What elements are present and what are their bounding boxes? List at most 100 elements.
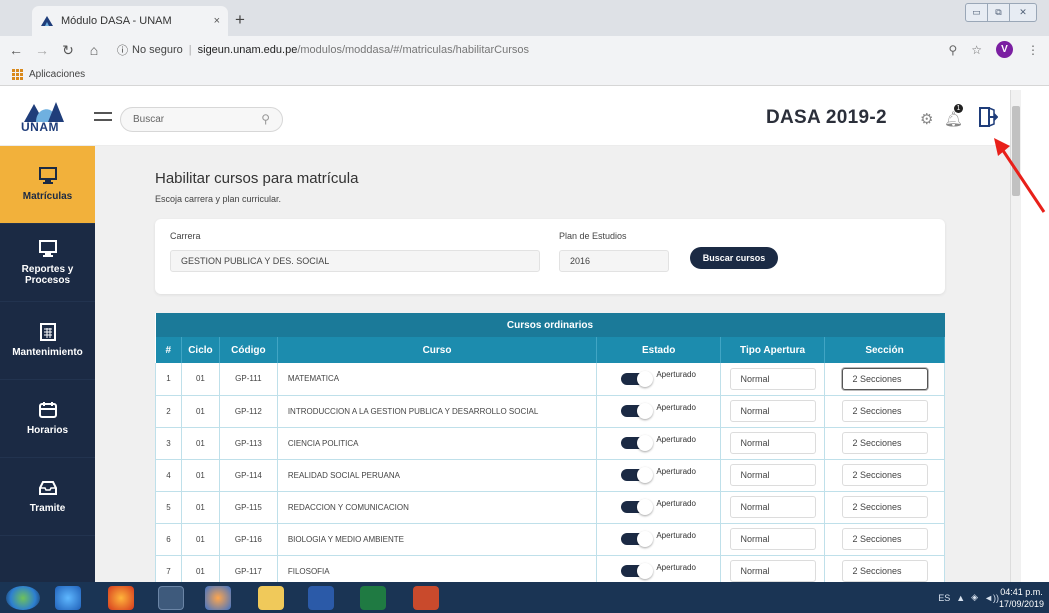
table-row: 4 01 GP-114 REALIDAD SOCIAL PERUANA Aper… xyxy=(155,459,945,492)
sidebar-item-mantenimiento[interactable]: Mantenimiento xyxy=(0,302,95,380)
estado-toggle[interactable] xyxy=(621,531,654,547)
cell-num: 4 xyxy=(155,459,182,492)
home-icon[interactable]: ⌂ xyxy=(84,42,104,58)
estado-toggle[interactable] xyxy=(621,403,654,419)
restore-icon[interactable]: ⧉ xyxy=(988,4,1010,21)
network-icon[interactable]: ◈ xyxy=(971,592,978,603)
cell-estado: Aperturado xyxy=(596,491,722,524)
star-icon[interactable]: ☆ xyxy=(971,43,982,57)
excel-icon[interactable] xyxy=(360,586,386,610)
tipo-apertura-field[interactable]: Normal xyxy=(729,464,816,486)
address-separator: | xyxy=(188,44,192,56)
cell-estado: Aperturado xyxy=(596,395,722,428)
cell-codigo: GP-114 xyxy=(219,459,278,492)
seccion-select[interactable]: 2 Secciones xyxy=(841,367,928,390)
address-bar[interactable]: ⓘ No seguro | sigeun.unam.edu.pe/modulos… xyxy=(117,39,910,61)
profile-avatar[interactable]: V xyxy=(996,41,1013,58)
forward-icon[interactable]: → xyxy=(32,42,52,58)
url-path: /modulos/moddasa/#/matriculas/habilitarC… xyxy=(297,44,530,56)
cell-num: 7 xyxy=(155,555,182,582)
seccion-select[interactable]: 2 Secciones xyxy=(841,400,928,422)
table-row: 3 01 GP-113 CIENCIA POLITICA Aperturado … xyxy=(155,427,945,460)
minimize-icon[interactable]: ▭ xyxy=(966,4,988,21)
tray-arrow-icon[interactable]: ▲ xyxy=(956,593,965,603)
bookmarks-bar: Aplicaciones xyxy=(0,64,1049,86)
bell-icon[interactable]: 🔔︎ xyxy=(944,110,963,128)
cell-tipo: Normal xyxy=(720,555,826,582)
cell-seccion: 2 Secciones xyxy=(824,363,945,396)
browser-tab[interactable]: Módulo DASA - UNAM × xyxy=(32,6,228,36)
buscar-cursos-button[interactable]: Buscar cursos xyxy=(690,247,778,269)
close-tab-icon[interactable]: × xyxy=(214,15,220,27)
estado-toggle[interactable] xyxy=(621,370,654,387)
tipo-apertura-field[interactable]: Normal xyxy=(729,367,816,390)
zoom-icon[interactable]: ⚲ xyxy=(948,43,957,57)
tipo-apertura-field[interactable]: Normal xyxy=(729,432,816,454)
cell-curso: REALIDAD SOCIAL PERUANA xyxy=(277,459,598,492)
apps-grid-icon[interactable] xyxy=(12,69,23,80)
internet-explorer-icon[interactable] xyxy=(55,586,81,610)
estado-toggle[interactable] xyxy=(621,467,654,483)
search-input[interactable]: Buscar ⚲ xyxy=(120,107,283,132)
seccion-select[interactable]: 2 Secciones xyxy=(841,432,928,454)
cell-ciclo: 01 xyxy=(181,555,220,582)
security-label: No seguro xyxy=(132,44,183,56)
search-icon[interactable]: ⚲ xyxy=(261,112,270,126)
info-icon[interactable]: ⓘ xyxy=(117,42,128,58)
table-row: 2 01 GP-112 INTRODUCCION A LA GESTION PU… xyxy=(155,395,945,428)
sidebar: Matrículas Reportes y Procesos Mantenimi… xyxy=(0,146,95,582)
cell-num: 5 xyxy=(155,491,182,524)
settings-icon[interactable]: ⚙ xyxy=(920,110,933,128)
language-indicator[interactable]: ES xyxy=(938,593,950,603)
sidebar-item-matriculas[interactable]: Matrículas xyxy=(0,146,95,224)
sidebar-item-label: Tramite xyxy=(29,503,66,514)
folder-icon[interactable] xyxy=(258,586,284,610)
logout-icon[interactable] xyxy=(978,106,998,128)
firefox-icon[interactable] xyxy=(108,586,134,610)
clock[interactable]: 04:41 p.m. 17/09/2019 xyxy=(999,586,1044,610)
powerpoint-icon[interactable] xyxy=(413,586,439,610)
tipo-apertura-field[interactable]: Normal xyxy=(729,496,816,518)
seccion-select[interactable]: 2 Secciones xyxy=(841,560,928,582)
estado-label: Aperturado xyxy=(656,562,696,572)
plan-select[interactable]: 2016 xyxy=(559,250,669,272)
reload-icon[interactable]: ↻ xyxy=(58,42,78,59)
estado-toggle[interactable] xyxy=(621,563,654,579)
menu-icon[interactable]: ⋮ xyxy=(1027,43,1039,57)
estado-label: Aperturado xyxy=(656,434,696,444)
back-icon[interactable]: ← xyxy=(6,42,26,58)
media-icon[interactable] xyxy=(205,586,231,610)
seccion-select[interactable]: 2 Secciones xyxy=(841,496,928,518)
sidebar-item-label: Reportes y Procesos xyxy=(21,263,74,286)
cell-curso: REDACCION Y COMUNICACION xyxy=(277,491,598,524)
tipo-apertura-field[interactable]: Normal xyxy=(729,400,816,422)
new-tab-button[interactable]: + xyxy=(235,10,245,30)
cell-codigo: GP-117 xyxy=(219,555,278,582)
close-window-icon[interactable]: ✕ xyxy=(1010,4,1036,21)
start-button[interactable] xyxy=(6,586,40,610)
tipo-apertura-field[interactable]: Normal xyxy=(729,560,816,582)
cell-tipo: Normal xyxy=(720,459,826,492)
volume-icon[interactable]: ◄)) xyxy=(984,593,999,603)
hamburger-menu-icon[interactable] xyxy=(94,112,112,126)
cell-codigo: GP-112 xyxy=(219,395,278,428)
monitor-icon xyxy=(38,239,57,257)
estado-label: Aperturado xyxy=(656,402,696,412)
sidebar-item-label: Matrículas xyxy=(22,191,73,202)
word-icon[interactable] xyxy=(308,586,334,610)
tipo-apertura-field[interactable]: Normal xyxy=(729,528,816,550)
estado-toggle[interactable] xyxy=(621,499,654,515)
sidebar-item-reportes[interactable]: Reportes y Procesos xyxy=(0,224,95,302)
sidebar-item-horarios[interactable]: Horarios xyxy=(0,380,95,458)
seccion-select[interactable]: 2 Secciones xyxy=(841,528,928,550)
carrera-select[interactable]: GESTION PUBLICA Y DES. SOCIAL xyxy=(170,250,540,272)
estado-toggle[interactable] xyxy=(621,435,654,451)
cell-seccion: 2 Secciones xyxy=(824,395,945,428)
chrome-icon[interactable] xyxy=(158,586,184,610)
cell-seccion: 2 Secciones xyxy=(824,459,945,492)
tab-title: Módulo DASA - UNAM xyxy=(61,15,172,27)
apps-link[interactable]: Aplicaciones xyxy=(29,69,85,80)
sidebar-item-tramite[interactable]: Tramite xyxy=(0,458,95,536)
cell-curso: INTRODUCCION A LA GESTION PUBLICA Y DESA… xyxy=(277,395,598,428)
seccion-select[interactable]: 2 Secciones xyxy=(841,464,928,486)
